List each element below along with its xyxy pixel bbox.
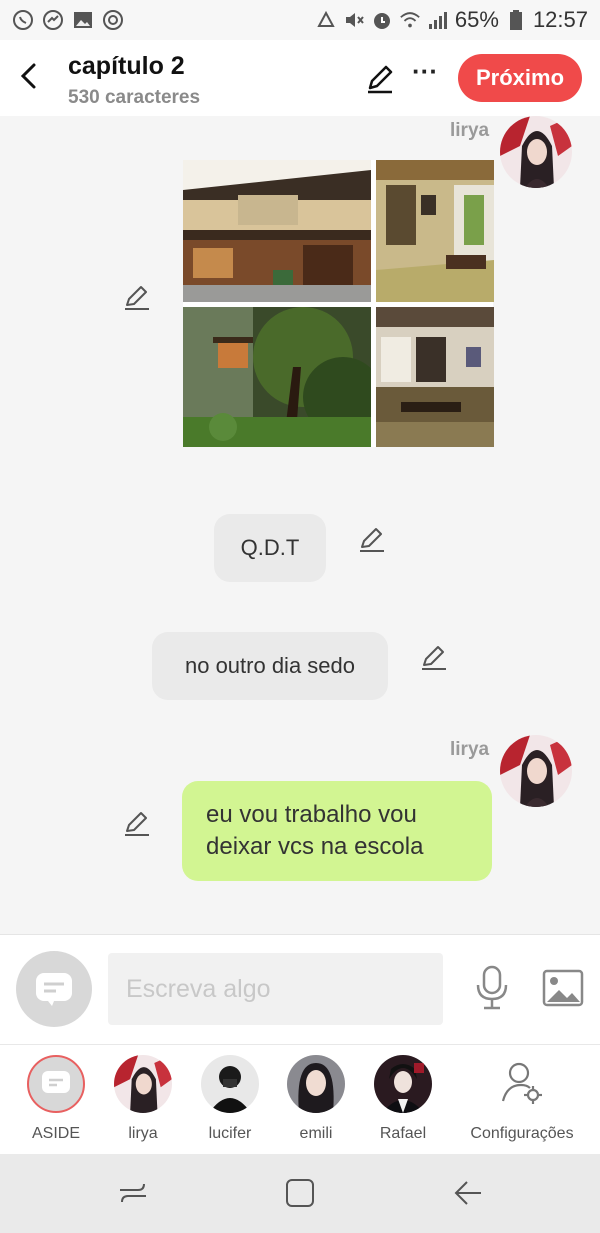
- signal-icon: [427, 9, 449, 31]
- wifi-icon: [399, 9, 421, 31]
- messenger-icon: [42, 9, 64, 31]
- chat-bubble-icon: [36, 973, 72, 1006]
- status-bar: 65% 12:57: [0, 0, 600, 40]
- edit-message-button[interactable]: [122, 282, 152, 312]
- settings-label: Configurações: [470, 1125, 574, 1142]
- speaker-name: lirya: [450, 739, 490, 760]
- character-label: emili: [299, 1125, 333, 1142]
- microphone-icon: [476, 965, 508, 1010]
- message-composer: [0, 934, 600, 1044]
- whatsapp-icon: [12, 9, 34, 31]
- speaker-name: lirya: [450, 120, 490, 141]
- chapter-header: capítulo 2 530 caracteres ··· Próximo: [0, 40, 600, 116]
- avatar: [287, 1055, 345, 1113]
- character-label: lucifer: [208, 1125, 252, 1142]
- avatar-lirya[interactable]: [500, 735, 572, 807]
- back-nav-button[interactable]: [451, 1176, 485, 1210]
- page-title: capítulo 2: [68, 52, 185, 80]
- back-button[interactable]: [14, 60, 42, 92]
- recent-apps-icon: [120, 1183, 146, 1203]
- character-label: ASIDE: [31, 1125, 80, 1142]
- edit-message-button[interactable]: [419, 642, 449, 672]
- house-facade-photo[interactable]: [183, 160, 371, 302]
- gallery-icon: [72, 9, 94, 31]
- pencil-icon: [125, 286, 149, 310]
- edit-message-button[interactable]: [357, 524, 387, 554]
- chat-area[interactable]: lirya Q.D.T no outro dia sedo lirya eu v: [0, 116, 600, 934]
- home-button[interactable]: [283, 1176, 317, 1210]
- battery-percent: 65%: [454, 7, 499, 32]
- home-icon: [286, 1179, 314, 1207]
- avatar: [114, 1055, 172, 1113]
- recycle-icon: [315, 9, 337, 31]
- more-options-button[interactable]: ···: [410, 58, 440, 92]
- character-rafael[interactable]: Rafael: [358, 1055, 448, 1143]
- edit-title-button[interactable]: [364, 62, 396, 94]
- garden-lantern-photo[interactable]: [183, 307, 371, 447]
- mute-icon: [343, 9, 365, 31]
- battery-icon: [505, 9, 527, 31]
- character-aside[interactable]: ASIDE: [11, 1055, 101, 1143]
- message-bubble[interactable]: no outro dia sedo: [152, 632, 388, 700]
- character-count: 530 caracteres: [68, 87, 201, 108]
- message-input[interactable]: [108, 953, 443, 1025]
- message-bubble[interactable]: Q.D.T: [214, 514, 326, 582]
- pencil-icon: [368, 65, 393, 94]
- character-lirya[interactable]: lirya: [98, 1055, 188, 1143]
- character-lucifer[interactable]: lucifer: [185, 1055, 275, 1143]
- interior-room-photo[interactable]: [376, 307, 494, 447]
- avatar: [374, 1055, 432, 1113]
- image-upload-button[interactable]: [542, 969, 584, 1007]
- settings-button[interactable]: Configurações: [466, 1055, 578, 1143]
- recent-apps-button[interactable]: [116, 1176, 150, 1210]
- chat-bubble-icon: [42, 1071, 70, 1093]
- pencil-icon: [422, 646, 446, 670]
- aside-avatar: [27, 1055, 85, 1113]
- tatami-room-photo[interactable]: [376, 160, 494, 302]
- character-label: Rafael: [379, 1125, 427, 1142]
- pencil-icon: [125, 812, 149, 836]
- settings-person-icon: [493, 1055, 551, 1113]
- image-grid[interactable]: [183, 160, 494, 447]
- character-emili[interactable]: emili: [271, 1055, 361, 1143]
- next-button[interactable]: Próximo: [458, 54, 582, 102]
- image-icon: [542, 969, 584, 1007]
- clock: 12:57: [532, 7, 588, 32]
- character-bar: ASIDE lirya lucifer emili Rafael Configu…: [0, 1044, 600, 1154]
- system-nav-bar: [0, 1154, 600, 1233]
- alarm-icon: [371, 9, 393, 31]
- target-icon: [102, 9, 124, 31]
- microphone-button[interactable]: [474, 965, 510, 1011]
- pencil-icon: [360, 528, 384, 552]
- character-label: lirya: [128, 1125, 158, 1142]
- message-bubble[interactable]: eu vou trabalho vou deixar vcs na escola: [182, 781, 492, 881]
- edit-message-button[interactable]: [122, 808, 152, 838]
- aside-toggle-button[interactable]: [16, 951, 92, 1027]
- avatar-lirya[interactable]: [500, 116, 572, 188]
- back-arrow-icon: [454, 1181, 481, 1205]
- avatar: [201, 1055, 259, 1113]
